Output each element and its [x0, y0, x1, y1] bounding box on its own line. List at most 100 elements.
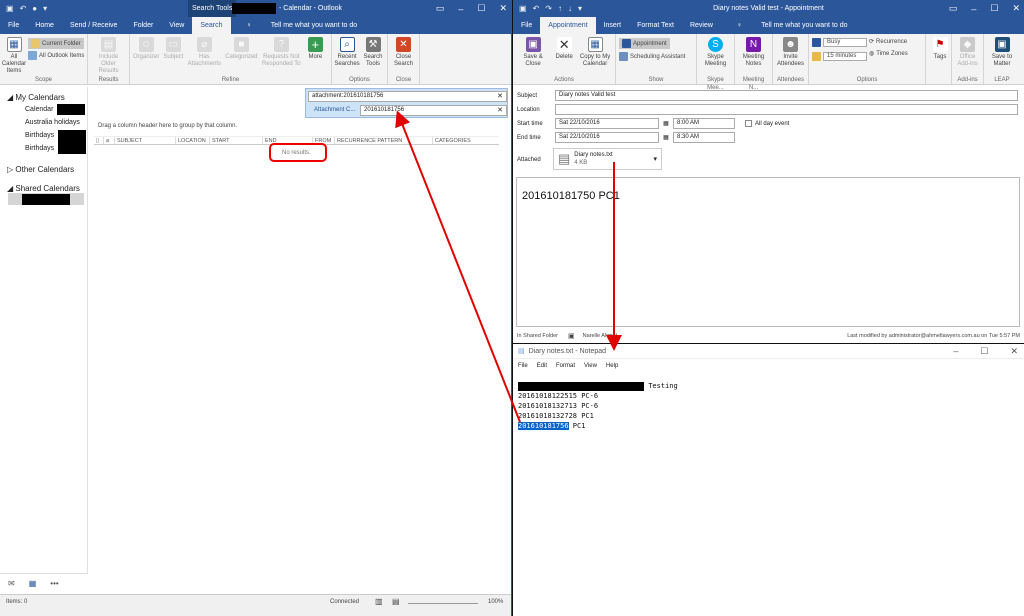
tab-file[interactable]: File [513, 17, 540, 34]
undo-icon[interactable]: ↶ [20, 4, 27, 13]
delete-button[interactable]: ✕ Delete [553, 35, 575, 61]
tab-format-text[interactable]: Format Text [629, 17, 682, 34]
tab-folder[interactable]: Folder [125, 17, 161, 34]
close-icon[interactable]: ✕ [1012, 3, 1020, 14]
up-icon[interactable]: ↑ [558, 4, 562, 13]
menu-format[interactable]: Format [556, 363, 575, 369]
skype-meeting-button[interactable]: S Skype Meeting [700, 35, 731, 68]
icon-column-icon[interactable]: ▯ [94, 137, 103, 144]
other-calendars-header[interactable]: ▷ Other Calendars [0, 165, 87, 174]
more-modules-icon[interactable]: ••• [50, 579, 58, 588]
subject-field[interactable]: Diary notes Valid test [555, 90, 1018, 101]
minimize-icon[interactable]: – [458, 4, 463, 14]
nav-item-birthdays[interactable]: Birthdays [0, 129, 87, 154]
clear-search-icon[interactable]: ✕ [497, 92, 503, 101]
copy-to-calendar-button[interactable]: ▦ Copy to My Calendar [578, 35, 612, 68]
tab-view[interactable]: View [161, 17, 192, 34]
view-reading-icon[interactable]: ▤ [392, 597, 400, 606]
time-zones-button[interactable]: ◍ Time Zones [869, 50, 908, 58]
maximize-icon[interactable]: ☐ [477, 3, 485, 14]
include-older-results-button[interactable]: ▤ Include Older Results [91, 35, 126, 75]
meeting-notes-button[interactable]: N Meeting Notes [738, 35, 769, 68]
minimize-icon[interactable]: – [953, 346, 958, 357]
tab-insert[interactable]: Insert [596, 17, 630, 34]
location-field[interactable] [555, 104, 1018, 115]
down-icon[interactable]: ↓ [568, 4, 572, 13]
ribbon-options-icon[interactable]: ▭ [949, 3, 958, 14]
close-icon[interactable]: ✕ [499, 3, 507, 14]
tell-me-box[interactable]: ♀ Tell me what you want to do [231, 17, 374, 34]
minimize-icon[interactable]: – [971, 4, 976, 14]
customize-icon[interactable]: ▾ [578, 4, 582, 13]
all-outlook-items-button[interactable]: All Outlook Items [28, 51, 84, 60]
more-button[interactable]: + More [304, 35, 326, 61]
recurrence-button[interactable]: ⟳ Recurrence [869, 38, 908, 46]
customize-icon[interactable]: ▾ [43, 4, 47, 13]
view-normal-icon[interactable]: ▥ [375, 597, 383, 606]
categorized-button[interactable]: ■ Categorized [224, 35, 258, 61]
attachment-criteria-input[interactable]: 201610181756 ✕ [360, 104, 507, 116]
end-time-field[interactable]: 8:30 AM [673, 132, 735, 143]
menu-file[interactable]: File [518, 363, 528, 369]
appointment-view-button[interactable]: Appointment [619, 38, 670, 49]
search-tools-button[interactable]: ⚒ Search Tools [362, 35, 384, 68]
column-recurrence[interactable]: RECURRENCE PATTERN [334, 137, 432, 144]
save-to-matter-button[interactable]: ▣ Save to Matter [987, 35, 1017, 68]
organizer-button[interactable]: ☺ Organizer [133, 35, 159, 61]
notepad-text-area[interactable]: Testing 20161018122515 PC-6 201610181327… [518, 381, 678, 431]
tab-search[interactable]: Search [192, 17, 231, 34]
menu-help[interactable]: Help [606, 363, 618, 369]
nav-item-shared-calendar[interactable] [8, 193, 84, 205]
office-add-ins-button[interactable]: ◆ Office Add-ins [955, 35, 980, 68]
column-subject[interactable]: SUBJECT [114, 137, 175, 144]
nav-item-calendar[interactable]: Calendar [0, 103, 87, 116]
my-calendars-header[interactable]: ◢ My Calendars [0, 93, 87, 102]
calendar-picker-icon[interactable]: ▦ [659, 120, 673, 127]
shared-calendars-header[interactable]: ◢ Shared Calendars [0, 184, 87, 193]
attachment-column-icon[interactable]: ⌀ [103, 137, 114, 144]
current-folder-button[interactable]: Current Folder [28, 38, 85, 49]
tell-me-box[interactable]: ♀ Tell me what you want to do [721, 17, 864, 34]
search-input[interactable]: attachment:201610181756 ✕ [308, 91, 507, 102]
menu-view[interactable]: View [584, 363, 597, 369]
tab-appointment[interactable]: Appointment [540, 17, 596, 34]
tab-file[interactable]: File [0, 17, 27, 34]
undo-icon[interactable]: ↶ [533, 4, 540, 13]
menu-edit[interactable]: Edit [537, 363, 547, 369]
tags-button[interactable]: ⚑ Tags [929, 35, 951, 61]
attachment-chip[interactable]: ▤ Diary notes.txt 4 KB ▾ [553, 148, 662, 170]
mail-icon[interactable]: ✉ [8, 579, 15, 588]
recent-searches-button[interactable]: ⌕ Recent Searches [334, 35, 360, 68]
redo-icon[interactable]: ↷ [545, 4, 552, 13]
all-calendar-items-button[interactable]: ▦ All Calendar Items [2, 35, 26, 75]
close-search-button[interactable]: ✕ Close Search [391, 35, 416, 68]
tab-send-receive[interactable]: Send / Receive [62, 17, 125, 34]
maximize-icon[interactable]: ☐ [980, 346, 988, 357]
maximize-icon[interactable]: ☐ [990, 3, 998, 14]
tab-home[interactable]: Home [27, 17, 62, 34]
scheduling-assistant-button[interactable]: Scheduling Assistant [619, 52, 685, 61]
reminder-select[interactable]: 15 minutes [812, 52, 867, 61]
column-start[interactable]: START [209, 137, 262, 144]
all-day-checkbox[interactable]: All day event [745, 120, 789, 127]
start-date-field[interactable]: Sat 22/10/2016 [555, 118, 659, 129]
attachment-menu-icon[interactable]: ▾ [653, 155, 661, 163]
nav-item-australia-holidays[interactable]: Australia holidays [0, 116, 87, 129]
calendar-icon[interactable]: ▦ [29, 579, 37, 588]
ribbon-options-icon[interactable]: ▭ [436, 3, 445, 14]
save-icon[interactable]: ▣ [519, 4, 527, 13]
show-as-select[interactable]: Busy [812, 38, 867, 47]
remove-criteria-icon[interactable]: ✕ [497, 106, 503, 115]
zoom-slider[interactable] [408, 603, 478, 604]
start-time-field[interactable]: 8:00 AM [673, 118, 735, 129]
close-icon[interactable]: ✕ [1010, 346, 1018, 357]
has-attachments-button[interactable]: ⌀ Has Attachments [187, 35, 221, 68]
requests-not-responded-button[interactable]: ? Requests Not Responded To [261, 35, 301, 68]
tab-review[interactable]: Review [682, 17, 721, 34]
save-close-button[interactable]: ▣ Save & Close [516, 35, 550, 68]
invite-attendees-button[interactable]: ☻ Invite Attendees [776, 35, 805, 68]
column-categories[interactable]: CATEGORIES [432, 137, 492, 144]
person-icon[interactable]: ● [32, 4, 37, 13]
column-location[interactable]: LOCATION [175, 137, 209, 144]
subject-button[interactable]: ▭ Subject [162, 35, 184, 61]
